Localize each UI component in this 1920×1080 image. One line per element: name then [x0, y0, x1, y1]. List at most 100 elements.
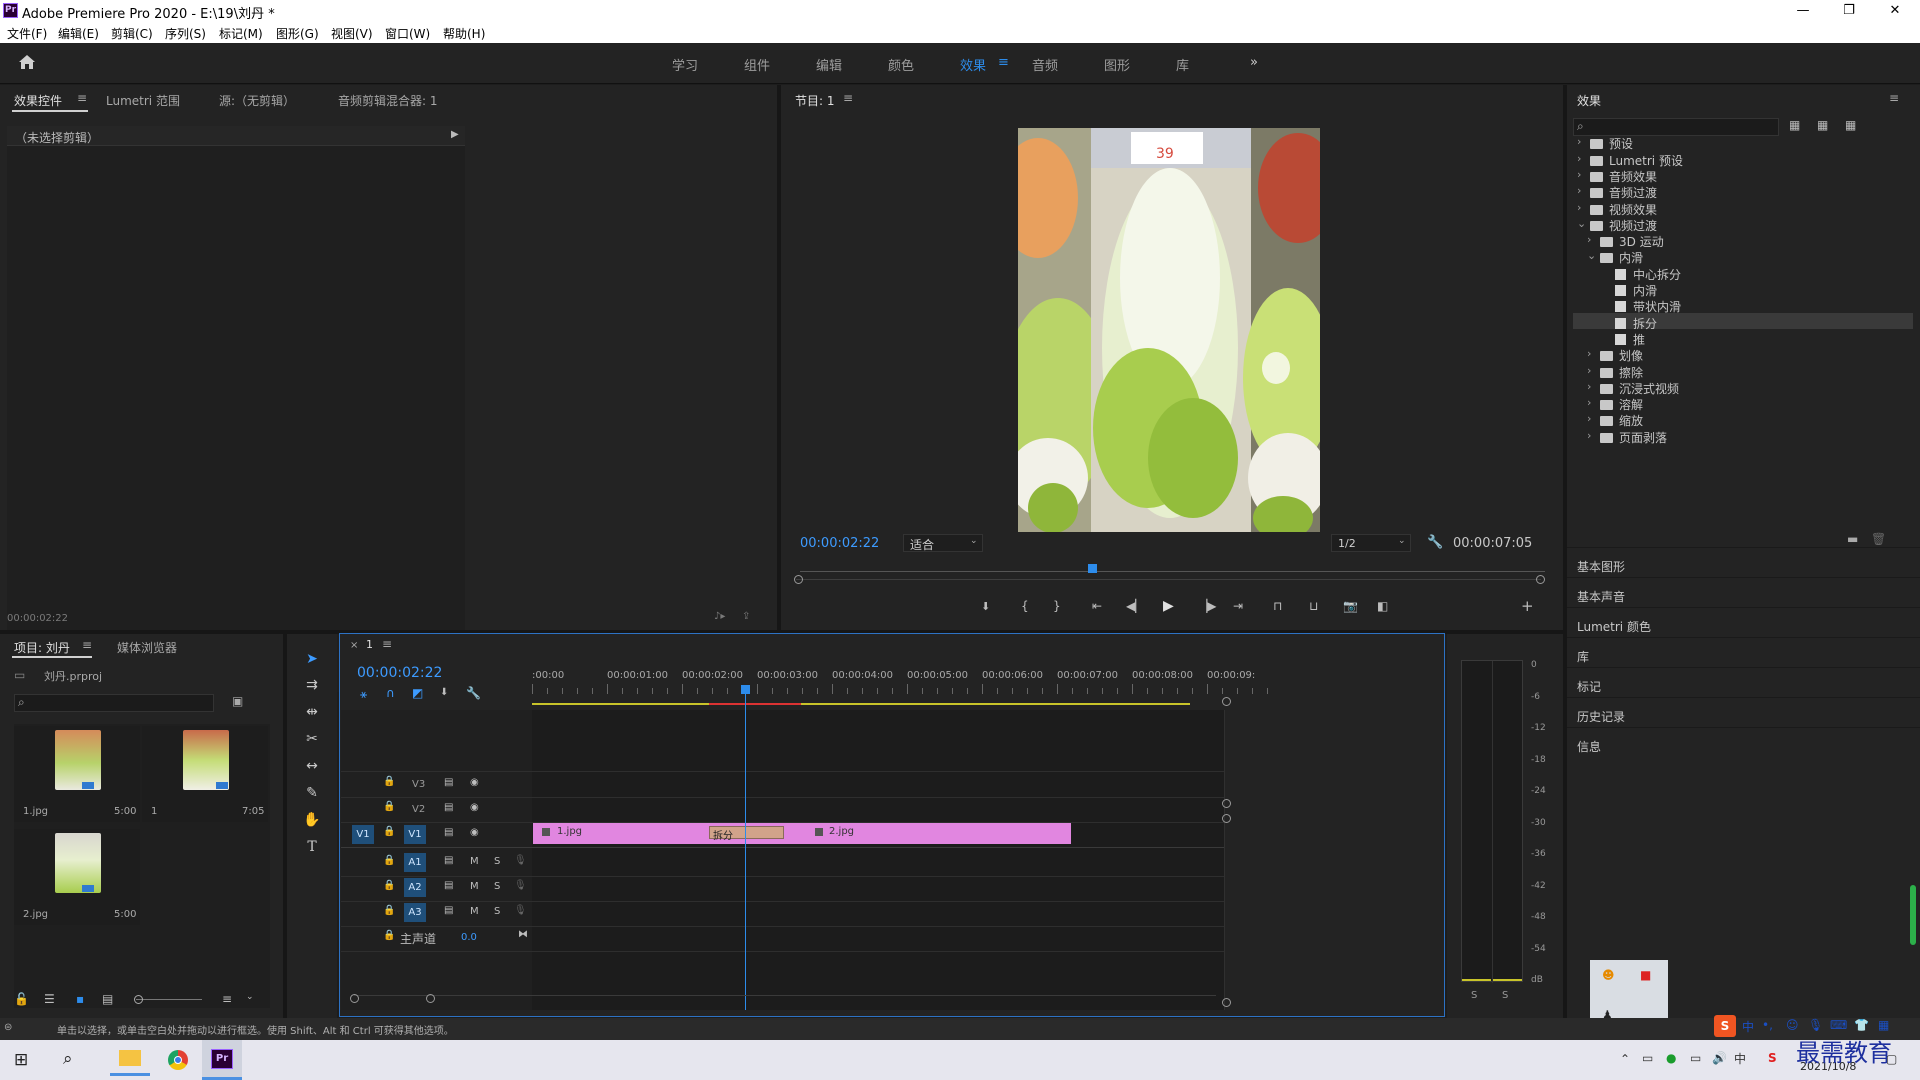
time-ruler[interactable]: :00:00 00:00:01:00 00:00:02:00 00:00:03:00 0…	[532, 670, 1424, 696]
chevron-right-icon[interactable]: ›	[1587, 429, 1591, 442]
program-playhead-timecode[interactable]: 00:00:02:22	[800, 536, 879, 551]
section-essential-graphics[interactable]: 基本图形	[1577, 558, 1625, 575]
workspace-assembly[interactable]: 组件	[744, 55, 770, 74]
workspace-graphics[interactable]: 图形	[1104, 55, 1130, 74]
program-scrubber[interactable]	[800, 571, 1545, 572]
tab-lumetri-scopes[interactable]: Lumetri 范围	[106, 92, 180, 109]
project-search-input[interactable]: ⌕	[14, 694, 214, 712]
go-to-in-icon[interactable]: ⇤	[1092, 599, 1102, 613]
effects-scrollbar[interactable]	[1910, 885, 1916, 945]
mute-a2-button[interactable]: M	[470, 881, 479, 892]
resolution-dropdown[interactable]: 1/2 ⌄	[1331, 534, 1411, 552]
effect-folder-item[interactable]: 预设	[1590, 135, 1633, 152]
type-tool-icon[interactable]: T	[301, 839, 323, 859]
lock-icon[interactable]: 🔓	[14, 992, 29, 1006]
project-item-2jpg[interactable]: 2.jpg 5:00	[14, 829, 140, 925]
program-menu-icon[interactable]: ≡	[843, 91, 853, 105]
sync-lock-icon[interactable]: ▤	[444, 880, 453, 891]
sync-lock-icon[interactable]: ▤	[444, 802, 453, 813]
tray-volume-icon[interactable]: 🔊	[1712, 1051, 1727, 1065]
effect-folder-item[interactable]: 3D 运动	[1600, 233, 1664, 250]
ime-bag-icon[interactable]: ■	[1640, 968, 1651, 982]
track-v1-target[interactable]: V1	[404, 825, 426, 844]
chevron-right-icon[interactable]: ›	[1587, 380, 1591, 393]
voiceover-mic-icon[interactable]: 🎙	[514, 880, 527, 891]
ime-emoji-icon[interactable]: ☺	[1786, 1018, 1799, 1032]
linked-selection-icon[interactable]: ◩	[412, 686, 423, 700]
extract-icon[interactable]: ⊔	[1309, 599, 1318, 613]
file-explorer-taskbar-button[interactable]	[110, 1044, 150, 1076]
effect-item[interactable]: 推	[1615, 331, 1645, 348]
add-marker-icon[interactable]: ⬇	[440, 687, 448, 698]
chevron-right-icon[interactable]: ›	[1587, 396, 1591, 409]
section-history[interactable]: 历史记录	[1577, 708, 1625, 725]
menu-edit[interactable]: 编辑(E)	[58, 25, 99, 42]
lock-icon[interactable]: 🔒	[383, 826, 395, 837]
source-patch-v1[interactable]: V1	[352, 825, 374, 844]
solo-left-button[interactable]: S	[1471, 990, 1477, 1001]
project-menu-icon[interactable]: ≡	[82, 638, 92, 652]
effect-folder-item[interactable]: 页面剥落	[1600, 429, 1667, 446]
yuv-effects-icon[interactable]: ▦	[1845, 118, 1856, 132]
export-frame-icon[interactable]: ♪▸	[714, 611, 725, 622]
selection-tool-icon[interactable]: ➤	[301, 651, 323, 671]
effect-item[interactable]: 内滑	[1615, 282, 1657, 299]
tray-ime-mode-label[interactable]: 中	[1734, 1050, 1746, 1067]
menu-clip[interactable]: 剪辑(C)	[111, 25, 153, 42]
menu-sequence[interactable]: 序列(S)	[165, 25, 206, 42]
track-a2-target[interactable]: A2	[404, 878, 426, 897]
sync-lock-icon[interactable]: ▤	[444, 827, 453, 838]
solo-right-button[interactable]: S	[1502, 990, 1508, 1001]
chevron-right-icon[interactable]: ›	[1577, 135, 1581, 148]
effect-folder-item[interactable]: 划像	[1600, 347, 1643, 364]
export-frame-camera-icon[interactable]: 📷	[1343, 599, 1358, 613]
workspace-color[interactable]: 颜色	[888, 55, 914, 74]
pen-tool-icon[interactable]: ✎	[301, 785, 323, 805]
tray-network-icon[interactable]: ▭	[1642, 1051, 1653, 1065]
effect-folder-item[interactable]: 音频效果	[1590, 168, 1657, 185]
section-markers[interactable]: 标记	[1577, 678, 1601, 695]
track-select-tool-icon[interactable]: ⇉	[301, 677, 323, 697]
premiere-taskbar-button[interactable]: Pr	[202, 1040, 242, 1080]
lock-icon[interactable]: 🔒	[383, 776, 395, 787]
mark-in-icon[interactable]: {	[1021, 599, 1029, 613]
menu-window[interactable]: 窗口(W)	[385, 25, 430, 42]
workspace-menu-icon[interactable]: ≡	[998, 55, 1009, 70]
lock-icon[interactable]: 🔒	[383, 905, 395, 916]
menu-graphics[interactable]: 图形(G)	[276, 25, 319, 42]
tab-effect-controls[interactable]: 效果控件	[14, 92, 62, 109]
workspace-libraries[interactable]: 库	[1176, 55, 1189, 74]
timeline-transition[interactable]: 拆分	[709, 826, 784, 842]
effect-folder-item[interactable]: 缩放	[1600, 412, 1643, 429]
chevron-down-icon[interactable]: ⌄	[246, 992, 254, 1002]
go-to-out-icon[interactable]: ⇥	[1233, 599, 1243, 613]
add-marker-icon[interactable]: ⬇	[981, 600, 990, 613]
effect-item[interactable]: 拆分	[1615, 315, 1657, 332]
step-back-icon[interactable]: ◀▏	[1126, 599, 1144, 613]
track-a1-target[interactable]: A1	[404, 853, 426, 872]
voiceover-mic-icon[interactable]: 🎙	[514, 855, 527, 866]
tray-sogou-icon[interactable]: S	[1768, 1051, 1777, 1065]
chevron-right-icon[interactable]: ›	[1577, 168, 1581, 181]
program-video-frame[interactable]: 39	[1018, 128, 1320, 532]
effects-panel-title[interactable]: 效果	[1577, 92, 1601, 109]
32bit-effects-icon[interactable]: ▦	[1817, 118, 1828, 132]
expand-arrow-icon[interactable]: ▶	[451, 129, 459, 140]
tab-source[interactable]: 源:（无剪辑）	[219, 92, 295, 109]
nest-toggle-icon[interactable]: ⚹	[360, 687, 367, 702]
work-area-bar[interactable]	[532, 703, 1190, 705]
effect-folder-item[interactable]: 音频过渡	[1590, 184, 1657, 201]
effect-folder-item[interactable]: Lumetri 预设	[1590, 152, 1683, 169]
close-button[interactable]: ✕	[1872, 0, 1918, 22]
sync-lock-icon[interactable]: ▤	[444, 777, 453, 788]
tab-menu-icon[interactable]: ≡	[77, 91, 87, 105]
chevron-down-icon[interactable]: ⌄	[1587, 249, 1596, 262]
section-libraries[interactable]: 库	[1577, 648, 1589, 665]
chevron-right-icon[interactable]: ›	[1577, 201, 1581, 214]
eye-icon[interactable]: ◉	[470, 802, 479, 813]
mark-out-icon[interactable]: }	[1053, 599, 1061, 613]
freeform-view-icon[interactable]: ▤	[102, 992, 113, 1006]
lock-icon[interactable]: 🔒	[383, 855, 395, 866]
section-lumetri-color[interactable]: Lumetri 颜色	[1577, 618, 1651, 635]
more-workspaces-icon[interactable]: »	[1250, 55, 1258, 70]
